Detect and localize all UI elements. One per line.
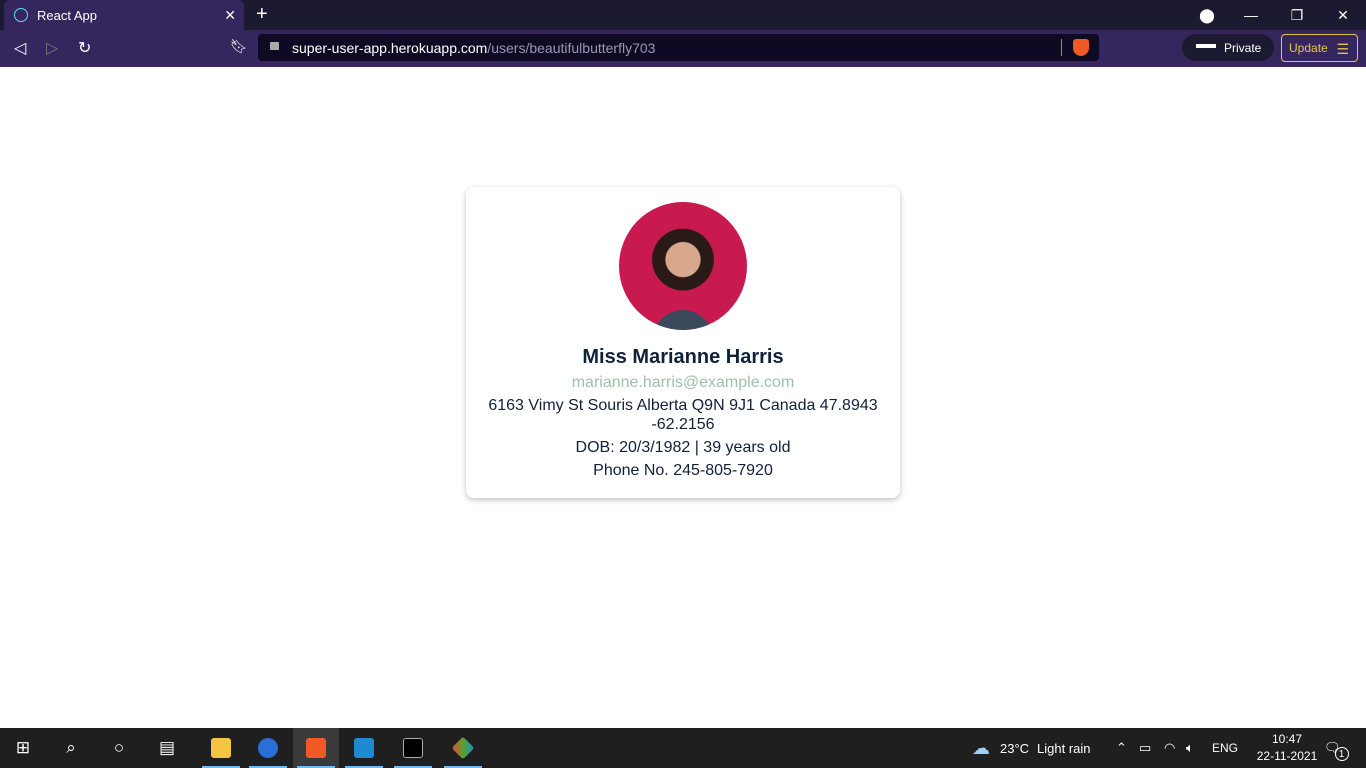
start-button[interactable]: ⊞ — [0, 728, 46, 768]
terminal-icon — [403, 738, 423, 758]
wifi-icon[interactable]: ◠ — [1164, 728, 1175, 768]
user-dob: DOB: 20/3/1982 | 39 years old — [575, 439, 791, 456]
brave-app[interactable] — [293, 728, 339, 768]
user-email: marianne.harris@example.com — [571, 374, 795, 391]
weather-temp: 23°C — [1000, 740, 1030, 756]
cortana-button[interactable]: ○ — [96, 728, 142, 768]
private-window-button[interactable]: Private — [1182, 34, 1274, 61]
private-glasses-icon — [1196, 44, 1216, 50]
private-label: Private — [1224, 40, 1262, 55]
git-app[interactable] — [440, 728, 486, 768]
task-view-button[interactable]: ▤ — [144, 728, 190, 768]
time: 10:47 — [1271, 732, 1303, 746]
terminal-app[interactable] — [390, 728, 436, 768]
git-icon — [451, 736, 475, 760]
firefox-app[interactable] — [245, 728, 291, 768]
firefox-icon — [258, 738, 278, 758]
folder-icon — [211, 738, 231, 758]
minimize-button[interactable]: — — [1228, 0, 1274, 30]
address-bar[interactable]: super-user-app.herokuapp.com/users/beaut… — [258, 34, 1099, 61]
user-phone: Phone No. 245-805-7920 — [593, 462, 773, 479]
update-button[interactable]: Update ☰ — [1281, 34, 1358, 62]
restore-button[interactable]: ❐ — [1274, 0, 1320, 30]
notifications-button[interactable]: 🗨︎ 1 — [1324, 728, 1349, 768]
close-window-button[interactable]: ✕ — [1320, 0, 1366, 30]
cloud-rain-icon: ☁ — [972, 737, 990, 758]
battery-icon[interactable]: ▭ — [1139, 728, 1151, 768]
url-path: /users/beautifulbutterfly703 — [487, 39, 656, 56]
brave-shields-icon[interactable] — [1073, 39, 1089, 56]
user-address: 6163 Vimy St Souris Alberta Q9N 9J1 Cana… — [488, 397, 878, 433]
url-host: super-user-app.herokuapp.com — [292, 39, 488, 56]
taskbar: ⊞ ⌕ ○ ▤ ☁ 23°C Light rain ⌃ ▭ ◠ 🔈︎ ENG 1… — [0, 728, 1366, 768]
notification-count: 1 — [1334, 747, 1349, 761]
brave-menu-dropdown-icon[interactable]: ⬤ — [1184, 0, 1230, 30]
browser-toolbar: ◁ ▷ ↻ 🔖︎ super-user-app.herokuapp.com/us… — [0, 30, 1366, 67]
avatar — [619, 202, 747, 330]
new-tab-button[interactable]: + — [256, 3, 268, 26]
close-tab-icon[interactable]: ✕ — [224, 7, 236, 24]
bookmark-icon[interactable]: 🔖︎ — [230, 38, 248, 55]
vscode-app[interactable] — [341, 728, 387, 768]
volume-icon[interactable]: 🔈︎ — [1186, 728, 1194, 768]
user-name: Miss Marianne Harris — [582, 346, 784, 368]
show-hidden-icons[interactable]: ⌃ — [1116, 728, 1127, 768]
tab-title: React App — [37, 7, 97, 23]
tab-bar: React App ✕ + ⬤ — ❐ ✕ — [0, 0, 1366, 30]
clock[interactable]: 10:47 22-11-2021 — [1252, 731, 1322, 765]
search-button[interactable]: ⌕ — [48, 728, 94, 768]
date: 22-11-2021 — [1256, 749, 1318, 763]
divider — [1061, 39, 1062, 56]
file-explorer-app[interactable] — [198, 728, 244, 768]
brave-icon — [306, 738, 326, 758]
tab-react-app[interactable]: React App ✕ — [4, 0, 244, 30]
vscode-icon — [354, 738, 374, 758]
reload-button[interactable]: ↻ — [78, 38, 91, 58]
menu-icon: ☰ — [1336, 41, 1349, 57]
lock-icon — [270, 42, 279, 50]
back-button[interactable]: ◁ — [14, 38, 26, 58]
user-card: Miss Marianne Harris marianne.harris@exa… — [466, 187, 900, 498]
react-icon — [14, 8, 28, 22]
forward-button[interactable]: ▷ — [46, 38, 58, 58]
weather-widget[interactable]: ☁ 23°C Light rain — [972, 728, 1091, 768]
update-label: Update — [1289, 41, 1328, 55]
weather-desc: Light rain — [1037, 740, 1091, 756]
language-indicator[interactable]: ENG — [1212, 728, 1238, 768]
